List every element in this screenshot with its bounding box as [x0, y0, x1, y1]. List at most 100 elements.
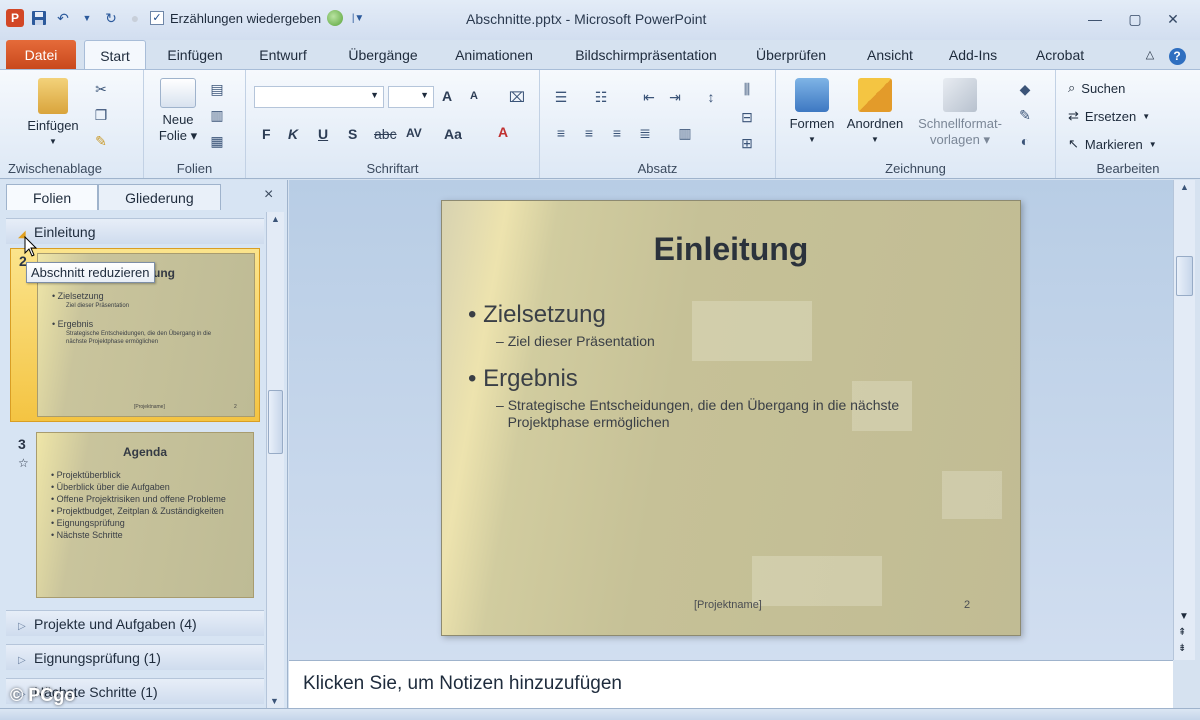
- bullets-icon[interactable]: ☰: [552, 88, 570, 106]
- tab-einfuegen[interactable]: Einfügen: [160, 40, 230, 70]
- slide-page-number[interactable]: 2: [964, 599, 970, 611]
- grow-font-button[interactable]: A: [442, 88, 452, 104]
- increase-indent-icon[interactable]: ⇥: [666, 88, 684, 106]
- new-slide-button[interactable]: Neue Folie ▾: [150, 78, 206, 144]
- columns-icon[interactable]: ▥: [676, 124, 694, 142]
- minimize-button[interactable]: —: [1080, 8, 1110, 30]
- tab-ansicht[interactable]: Ansicht: [860, 40, 920, 70]
- help-icon[interactable]: ?: [1166, 40, 1188, 70]
- slide-thumbnail-3[interactable]: 3 ☆ Agenda • Projektüberblick • Überblic…: [10, 432, 260, 602]
- smartart-icon[interactable]: ⊞: [738, 134, 756, 152]
- tab-acrobat[interactable]: Acrobat: [1028, 40, 1092, 70]
- shape-outline-icon[interactable]: ✎: [1016, 106, 1034, 124]
- previous-slide-icon[interactable]: ⇞: [1178, 627, 1186, 638]
- strikethrough-button[interactable]: abc: [374, 126, 397, 142]
- save-icon[interactable]: [30, 9, 48, 27]
- shape-effects-icon[interactable]: ◐: [1016, 132, 1034, 150]
- tab-animationen[interactable]: Animationen: [448, 40, 540, 70]
- slide-footer[interactable]: [Projektname]: [694, 599, 762, 611]
- narration-checkbox[interactable]: ✓: [150, 11, 164, 25]
- expand-section-icon[interactable]: ▷: [18, 614, 34, 640]
- slide-sub-bullet[interactable]: – Ziel dieser Präsentation: [496, 333, 655, 350]
- line-spacing-icon[interactable]: ↕: [702, 88, 720, 106]
- tab-gliederung[interactable]: Gliederung: [98, 184, 221, 210]
- scroll-up-icon[interactable]: ▲: [1174, 182, 1195, 192]
- font-color-button[interactable]: A: [498, 124, 508, 140]
- thumb-bullet: • Zielsetzung: [52, 291, 104, 301]
- customize-qat-icon[interactable]: |▼: [349, 9, 367, 27]
- pane-scroll-thumb[interactable]: [268, 390, 283, 454]
- underline-button[interactable]: U: [318, 126, 328, 142]
- shapes-button[interactable]: Formen ▼: [784, 78, 840, 148]
- expand-section-icon[interactable]: ▷: [18, 648, 34, 674]
- current-slide[interactable]: Einleitung • Zielsetzung – Ziel dieser P…: [441, 200, 1021, 636]
- shape-fill-icon[interactable]: ◆: [1016, 80, 1034, 98]
- font-family-select[interactable]: ▼: [254, 86, 384, 108]
- new-slide-icon: [160, 78, 196, 108]
- change-case-button[interactable]: Aa: [444, 126, 462, 142]
- arrange-button[interactable]: Anordnen ▼: [842, 78, 908, 148]
- tab-uebergaenge[interactable]: Übergänge: [338, 40, 428, 70]
- format-painter-icon[interactable]: ✎: [92, 132, 110, 150]
- align-right-icon[interactable]: ≡: [608, 124, 626, 142]
- narration-checkbox-label: Erzählungen wiedergeben: [170, 10, 322, 26]
- scroll-up-icon[interactable]: ▲: [267, 214, 284, 224]
- group-font: ▼ ▼ A A ⌧ F K U S abc AV Aa A Schriftart: [246, 70, 540, 178]
- copy-icon[interactable]: ❐: [92, 106, 110, 124]
- section-icon[interactable]: ▦: [208, 132, 226, 150]
- maximize-button[interactable]: ▢: [1120, 8, 1150, 30]
- dropdown-arrow-icon[interactable]: ▼: [78, 9, 96, 27]
- font-size-select[interactable]: ▼: [388, 86, 434, 108]
- close-pane-icon[interactable]: ×: [264, 186, 273, 204]
- cut-icon[interactable]: ✂: [92, 80, 110, 98]
- scroll-down-icon[interactable]: ▼: [1179, 611, 1189, 622]
- replace-button[interactable]: ⇄ Ersetzen ▼: [1068, 108, 1150, 124]
- shadow-button[interactable]: S: [348, 126, 357, 142]
- section-eignungspruefung[interactable]: ▷ Eignungsprüfung (1): [6, 644, 264, 670]
- char-spacing-button[interactable]: AV: [406, 126, 422, 140]
- notes-pane[interactable]: Klicken Sie, um Notizen hinzuzufügen: [289, 660, 1173, 708]
- powerpoint-logo-icon[interactable]: P: [6, 9, 24, 27]
- next-slide-icon[interactable]: ⇟: [1178, 643, 1186, 654]
- slide-bullet[interactable]: • Zielsetzung: [468, 301, 606, 329]
- quick-styles-button[interactable]: Schnellformat- vorlagen ▾: [912, 78, 1008, 148]
- tab-datei[interactable]: Datei: [6, 40, 76, 70]
- bold-button[interactable]: F: [262, 126, 271, 142]
- undo-icon[interactable]: ↶: [54, 9, 72, 27]
- decrease-indent-icon[interactable]: ⇤: [640, 88, 658, 106]
- tab-start[interactable]: Start: [84, 40, 146, 70]
- close-window-button[interactable]: ✕: [1158, 8, 1188, 30]
- align-text-icon[interactable]: ⊟: [738, 108, 756, 126]
- justify-icon[interactable]: ≣: [636, 124, 654, 142]
- slide-title[interactable]: Einleitung: [442, 231, 1020, 268]
- numbering-icon[interactable]: ☷: [592, 88, 610, 106]
- find-button[interactable]: ⌕ Suchen: [1068, 80, 1125, 96]
- clear-format-icon[interactable]: ⌧: [508, 88, 526, 106]
- pane-scrollbar[interactable]: ▲ ▼: [266, 212, 284, 708]
- slide-scrollbar[interactable]: ▲ ▼ ⇞ ⇟: [1173, 180, 1195, 660]
- italic-button[interactable]: K: [288, 126, 298, 142]
- align-center-icon[interactable]: ≡: [580, 124, 598, 142]
- section-einleitung[interactable]: ◢ Einleitung: [6, 218, 264, 244]
- paste-button[interactable]: Einfügen ▼: [18, 78, 88, 150]
- select-button[interactable]: ↖ Markieren ▼: [1068, 136, 1157, 152]
- tab-bildschirmpraesentation[interactable]: Bildschirmpräsentation: [566, 40, 726, 70]
- text-direction-icon[interactable]: ⫼: [738, 80, 756, 98]
- shrink-font-button[interactable]: A: [470, 90, 478, 102]
- slide-sub-bullet[interactable]: – Strategische Entscheidungen, die den Ü…: [496, 397, 899, 431]
- minimize-ribbon-icon[interactable]: △: [1140, 40, 1160, 70]
- redo-icon[interactable]: ↻: [102, 9, 120, 27]
- tab-add-ins[interactable]: Add-Ins: [942, 40, 1004, 70]
- tab-ueberpruefen[interactable]: Überprüfen: [748, 40, 834, 70]
- section-projekte-und-aufgaben[interactable]: ▷ Projekte und Aufgaben (4): [6, 610, 264, 636]
- slide-scroll-thumb[interactable]: [1176, 256, 1193, 296]
- slide-bullet[interactable]: • Ergebnis: [468, 365, 578, 393]
- layout-icon[interactable]: ▤: [208, 80, 226, 98]
- reset-icon[interactable]: ▥: [208, 106, 226, 124]
- scroll-down-icon[interactable]: ▼: [270, 696, 279, 706]
- record-icon[interactable]: [327, 10, 344, 26]
- tab-folien[interactable]: Folien: [6, 184, 99, 210]
- circle-icon[interactable]: ●: [126, 9, 144, 27]
- align-left-icon[interactable]: ≡: [552, 124, 570, 142]
- tab-entwurf[interactable]: Entwurf: [250, 40, 316, 70]
